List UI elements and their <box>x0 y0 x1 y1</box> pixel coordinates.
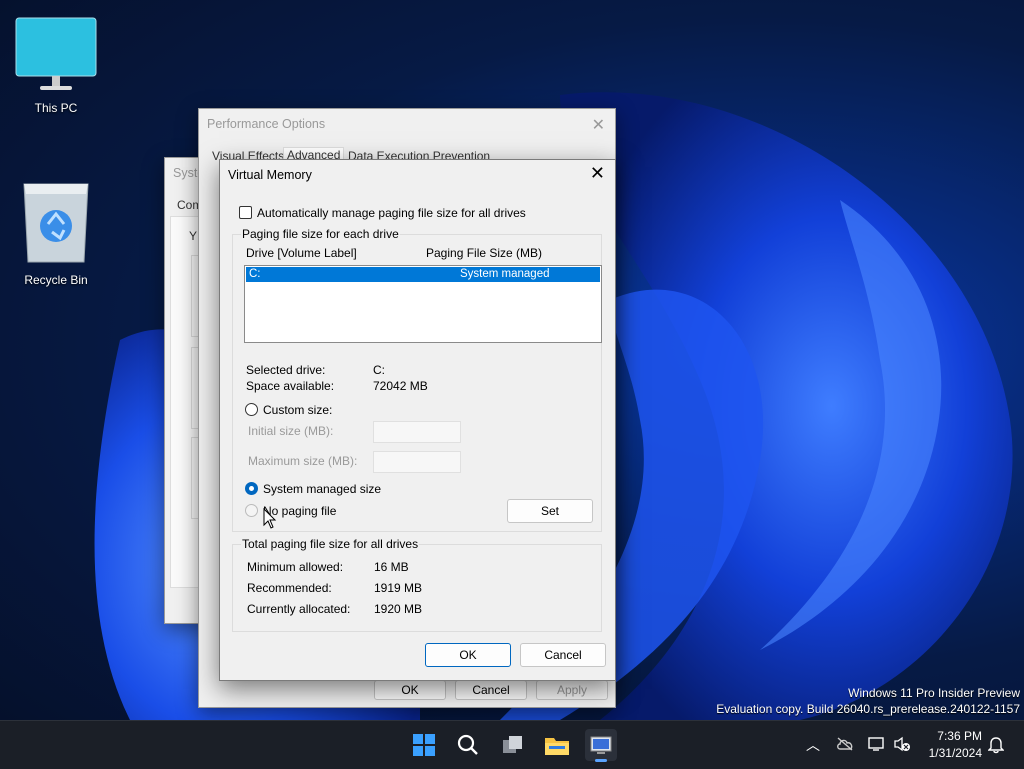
watermark-line1: Windows 11 Pro Insider Preview <box>848 686 1020 700</box>
system-managed-radio[interactable] <box>245 482 258 495</box>
dialog-title: Virtual Memory <box>228 168 312 182</box>
volume-muted-icon[interactable] <box>893 736 911 752</box>
auto-manage-checkbox[interactable] <box>239 206 252 219</box>
monitor-icon <box>15 17 97 90</box>
task-view-icon <box>503 736 522 753</box>
custom-size-radio-row[interactable]: Custom size: <box>245 403 332 417</box>
column-header-drive: Drive [Volume Label] <box>246 246 357 260</box>
selected-drive-value: C: <box>373 363 385 377</box>
maximum-size-label: Maximum size (MB): <box>248 454 358 468</box>
virtual-memory-dialog[interactable]: Virtual Memory ✕ Automatically manage pa… <box>219 159 616 681</box>
per-drive-group: Paging file size for each drive Drive [V… <box>232 227 602 532</box>
windows-logo-icon <box>413 734 435 756</box>
clock-date[interactable]: 1/31/2024 <box>920 746 982 760</box>
minimum-allowed-label: Minimum allowed: <box>247 560 344 574</box>
desktop-icon-recycle-bin[interactable]: Recycle Bin <box>11 180 101 287</box>
size-cell: System managed <box>460 268 550 280</box>
custom-size-radio[interactable] <box>245 403 258 416</box>
system-managed-label: System managed size <box>263 482 382 496</box>
no-paging-radio-row[interactable]: No paging file <box>245 504 336 518</box>
custom-size-label: Custom size: <box>263 403 333 417</box>
set-button[interactable]: Set <box>507 499 593 523</box>
group-legend: Total paging file size for all drives <box>241 537 420 551</box>
file-explorer-button[interactable] <box>541 729 573 761</box>
recommended-value: 1919 MB <box>374 581 423 595</box>
system-managed-radio-row[interactable]: System managed size <box>245 482 381 496</box>
search-icon <box>457 734 478 755</box>
no-paging-radio[interactable] <box>245 504 258 517</box>
recycle-bin-icon <box>23 183 89 263</box>
show-hidden-icons-chevron-icon[interactable]: ︿ <box>806 735 820 755</box>
space-available-label: Space available: <box>246 379 335 393</box>
window-title: Performance Options <box>207 117 326 131</box>
start-button[interactable] <box>408 729 440 761</box>
desktop-icon-label: This PC <box>34 101 78 115</box>
maximum-size-input[interactable] <box>373 451 461 473</box>
cancel-button[interactable]: Cancel <box>455 680 527 700</box>
initial-size-label: Initial size (MB): <box>248 424 334 438</box>
notification-bell-icon[interactable] <box>988 736 1004 754</box>
space-available-value: 72042 MB <box>373 379 428 393</box>
text-fragment: Y <box>189 229 198 243</box>
group-legend: Paging file size for each drive <box>241 227 400 241</box>
selected-drive-label: Selected drive: <box>246 363 326 377</box>
watermark-line2: Evaluation copy. Build 26040.rs_prerelea… <box>716 702 1020 716</box>
currently-allocated-value: 1920 MB <box>374 602 423 616</box>
list-item[interactable]: C: System managed <box>246 267 600 282</box>
clock-time[interactable]: 7:36 PM <box>920 729 982 743</box>
initial-size-input[interactable] <box>373 421 461 443</box>
currently-allocated-label: Currently allocated: <box>247 602 351 616</box>
onedrive-icon[interactable] <box>836 737 854 751</box>
ok-button[interactable]: OK <box>425 643 511 667</box>
auto-manage-label: Automatically manage paging file size fo… <box>257 206 526 220</box>
system-properties-taskbar-button[interactable] <box>585 729 617 762</box>
taskbar: ︿ 7:36 PM 1/31/2024 <box>0 720 1024 769</box>
apply-button[interactable]: Apply <box>536 680 608 700</box>
close-icon[interactable]: ✕ <box>590 163 605 184</box>
search-button[interactable] <box>452 729 484 761</box>
desktop-icon-this-pc[interactable]: This PC <box>11 16 101 115</box>
task-view-button[interactable] <box>497 729 529 761</box>
drive-cell: C: <box>249 268 261 280</box>
desktop-icon-label: Recycle Bin <box>24 273 88 287</box>
minimum-allowed-value: 16 MB <box>374 560 409 574</box>
network-icon[interactable] <box>868 736 886 752</box>
column-header-size: Paging File Size (MB) <box>426 246 543 260</box>
recommended-label: Recommended: <box>247 581 332 595</box>
system-properties-icon <box>590 736 612 754</box>
folder-icon <box>545 738 569 755</box>
ok-button[interactable]: OK <box>374 680 446 700</box>
active-indicator <box>595 759 607 762</box>
totals-group: Total paging file size for all drives Mi… <box>232 537 602 632</box>
close-icon[interactable]: ✕ <box>592 115 605 135</box>
drive-listbox[interactable]: C: System managed <box>244 265 602 343</box>
mouse-cursor-icon <box>263 508 277 529</box>
cancel-button[interactable]: Cancel <box>520 643 606 667</box>
auto-manage-checkbox-row[interactable]: Automatically manage paging file size fo… <box>239 206 526 220</box>
